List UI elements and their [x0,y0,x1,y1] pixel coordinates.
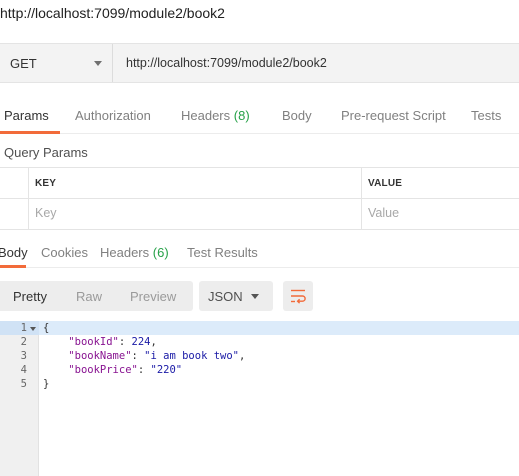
key-input[interactable]: Key [35,206,57,220]
view-mode-segmented: Pretty Raw Preview [0,281,193,311]
response-toolbar: Pretty Raw Preview JSON [0,281,519,313]
tab-pre-request-script[interactable]: Pre-request Script [341,108,446,123]
request-bar: GET [0,43,519,83]
window-title: http://localhost:7099/module2/book2 [0,5,225,21]
query-params-table: KEY VALUE Key Value [0,167,519,230]
format-select[interactable]: JSON [199,281,273,311]
json-key: "bookName" [68,350,132,362]
tab-headers[interactable]: Headers (8) [181,108,250,123]
chevron-down-icon [94,61,102,66]
tab-test-results[interactable]: Test Results [187,245,258,260]
value-input[interactable]: Value [368,206,399,220]
active-tab-indicator [0,131,60,134]
tab-response-headers[interactable]: Headers (6) [100,245,169,260]
code-line: { [43,322,49,334]
active-line-highlight [0,321,519,335]
url-input[interactable] [116,44,519,82]
key-column-header: KEY [35,178,57,189]
query-params-title: Query Params [4,145,88,160]
window-title-bar: http://localhost:7099/module2/book2 [0,0,519,28]
code-line: } [43,378,49,390]
brace: { [43,322,50,334]
line-number: 4 [20,364,27,376]
tab-headers-label: Headers [181,108,231,123]
tab-params[interactable]: Params [4,108,49,123]
column-divider [28,168,29,230]
tab-response-headers-label: Headers [100,245,150,260]
wrap-lines-icon [291,289,306,304]
line-number: 3 [20,350,27,362]
json-key: "bookPrice" [68,364,138,376]
preview-button[interactable]: Preview [130,289,176,304]
response-tabs: Body Cookies Headers (6) Test Results [0,236,519,268]
json-key: "bookId" [68,336,119,348]
fold-arrow-icon[interactable] [30,327,36,331]
json-value: "220" [150,364,183,376]
column-divider [361,168,362,230]
line-number: 1 [20,322,27,334]
method-label: GET [10,56,37,71]
raw-button[interactable]: Raw [76,289,102,304]
code-line: "bookName": "i am book two", [68,350,246,362]
line-number: 5 [20,378,27,390]
tab-authorization[interactable]: Authorization [75,108,151,123]
response-body-editor[interactable]: 1 2 3 4 5 { "bookId": 224, "bookName": "… [0,321,519,476]
tab-response-body[interactable]: Body [0,245,28,260]
active-tab-indicator [0,265,26,268]
code-line: "bookPrice": "220" [68,364,183,376]
pretty-button[interactable]: Pretty [13,289,47,304]
tab-tests[interactable]: Tests [471,108,501,123]
method-select[interactable]: GET [0,44,113,82]
request-tabs: Params Authorization Headers (8) Body Pr… [0,100,519,134]
tab-headers-count: (8) [233,108,250,123]
format-label: JSON [208,289,243,304]
value-column-header: VALUE [368,178,403,189]
tab-body[interactable]: Body [282,108,312,123]
tab-cookies[interactable]: Cookies [41,245,88,260]
line-number: 2 [20,336,27,348]
code-line: "bookId": 224, [68,336,157,348]
chevron-down-icon [251,294,259,299]
json-value: "i am book two" [144,350,239,362]
tab-response-headers-count: (6) [152,245,169,260]
params-header-row [0,168,519,199]
json-value: 224 [131,336,151,348]
brace: } [43,378,50,390]
wrap-lines-button[interactable] [283,281,313,311]
